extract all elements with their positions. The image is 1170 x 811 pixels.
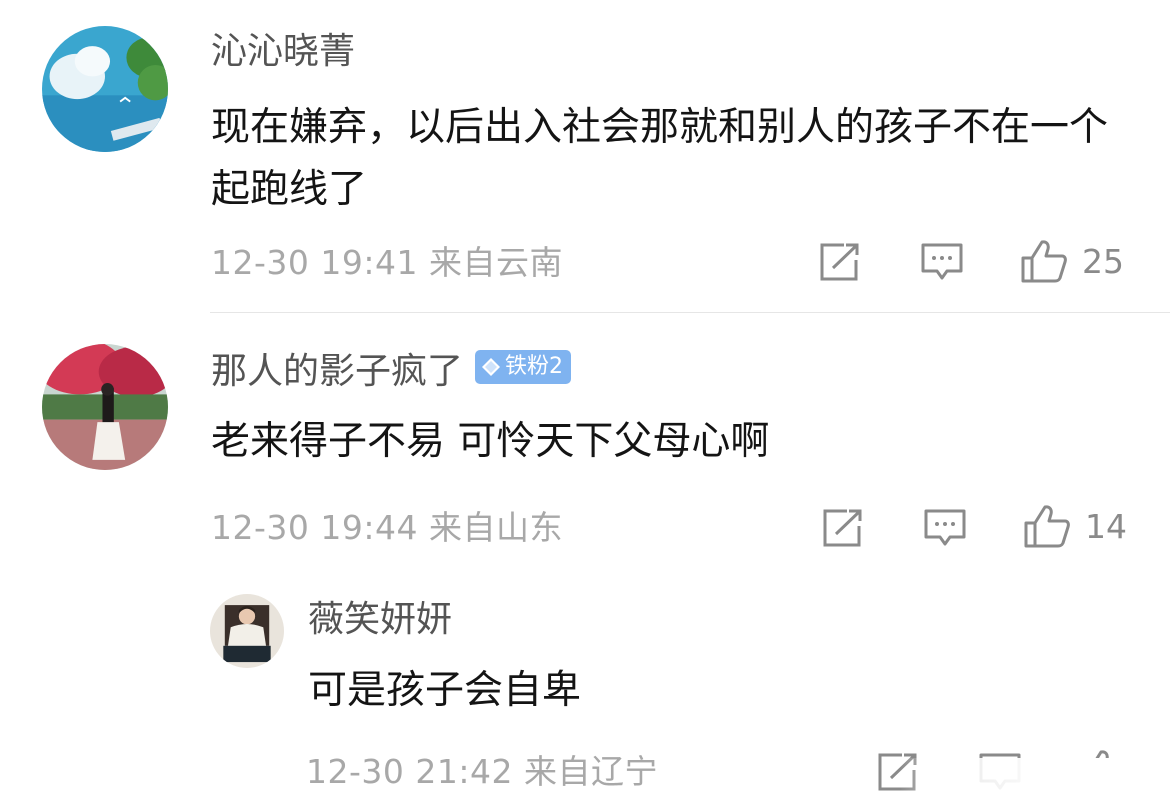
share-icon: [823, 509, 862, 547]
diamond-icon: [482, 358, 501, 376]
like-button[interactable]: 14: [1023, 503, 1127, 549]
comment-meta: 12-30 19:41 来自云南: [211, 243, 563, 282]
comment-meta: 12-30 19:44 来自山东: [211, 508, 563, 547]
thumbs-up-icon: [1021, 240, 1067, 283]
bottom-fade-overlay: [900, 758, 1170, 798]
fan-badge-label: 铁粉2: [505, 354, 564, 379]
comment-username-text[interactable]: 那人的影子疯了: [211, 351, 463, 392]
reply-username[interactable]: 薇笑妍妍: [308, 598, 452, 642]
comment-button[interactable]: [920, 242, 964, 282]
fan-badge[interactable]: 铁粉2: [475, 350, 572, 384]
comment-text: 现在嫌弃，以后出入社会那就和别人的孩子不在一个起跑线了: [211, 105, 1109, 212]
comment-icon: [924, 509, 966, 546]
comment-username[interactable]: 那人的影子疯了 铁粉2: [211, 350, 572, 394]
like-count: 25: [1082, 241, 1124, 281]
girl-flowers-avatar-icon: [42, 344, 168, 470]
avatar[interactable]: [42, 26, 168, 152]
divider: [210, 312, 1170, 313]
share-button[interactable]: [819, 242, 861, 282]
thumbs-up-icon: [1024, 505, 1070, 548]
comment-icon: [921, 243, 963, 280]
comment-button[interactable]: [923, 508, 967, 548]
reply-meta: 12-30 21:42 来自辽宁: [306, 752, 658, 791]
woman-sitting-avatar-icon: [210, 594, 284, 668]
avatar[interactable]: [42, 344, 168, 470]
sea-island-avatar-icon: [42, 26, 168, 152]
comment-username[interactable]: 沁沁晓菁: [211, 30, 355, 74]
comment-text: 老来得子不易 可怜天下父母心啊: [211, 419, 770, 464]
like-button[interactable]: 25: [1020, 238, 1124, 284]
share-button[interactable]: [822, 508, 864, 548]
share-icon: [820, 243, 859, 281]
avatar[interactable]: [210, 594, 284, 668]
like-count: 14: [1085, 506, 1127, 546]
reply-text: 可是孩子会自卑: [308, 668, 582, 713]
